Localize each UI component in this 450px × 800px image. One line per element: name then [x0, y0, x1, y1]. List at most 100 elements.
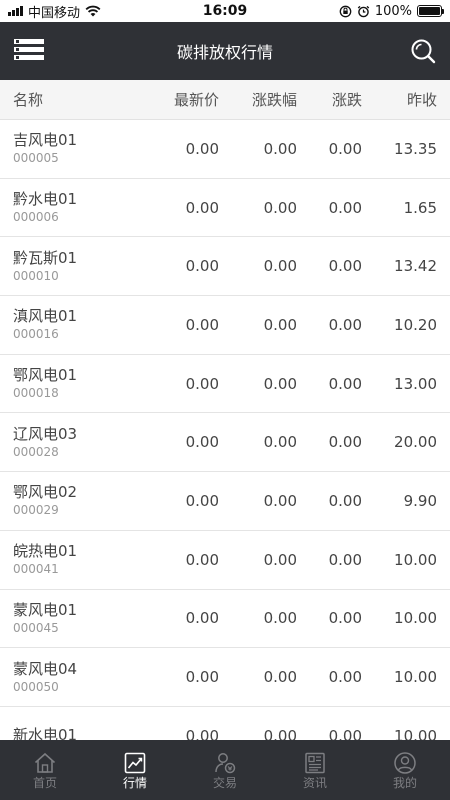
- alarm-icon: [357, 5, 370, 17]
- orientation-lock-icon: [339, 5, 352, 17]
- quote-row[interactable]: 蒙风电01 000045 0.00 0.00 0.00 10.00: [0, 590, 450, 649]
- change-percent-cell: 0.00: [263, 550, 297, 569]
- instrument-name: 鄂风电02: [13, 483, 78, 502]
- tab-profile[interactable]: 我的: [360, 740, 450, 800]
- change-percent-cell: 0.00: [263, 668, 297, 687]
- instrument-name: 蒙风电04: [13, 659, 78, 678]
- quote-row[interactable]: 皖热电01 000041 0.00 0.00 0.00 10.00: [0, 531, 450, 590]
- market-chart-icon: [124, 752, 146, 773]
- trade-icon: [215, 752, 236, 773]
- tab-label: 首页: [32, 775, 57, 790]
- quote-row[interactable]: 新水电01 0.00 0.00 0.00 10.00: [0, 707, 450, 740]
- change-percent-cell: 0.00: [263, 198, 297, 217]
- latest-price-cell: 0.00: [185, 139, 219, 158]
- quote-row[interactable]: 黔瓦斯01 000010 0.00 0.00 0.00 13.42: [0, 237, 450, 297]
- change-cell: 0.00: [328, 315, 362, 334]
- quote-row[interactable]: 辽风电03 000028 0.00 0.00 0.00 20.00: [0, 413, 450, 473]
- change-percent-cell: 0.00: [263, 726, 297, 740]
- quote-row[interactable]: 吉风电01 000005 0.00 0.00 0.00 13.35: [0, 120, 450, 179]
- change-cell: 0.00: [328, 139, 362, 158]
- prev-close-cell: 20.00: [394, 433, 437, 452]
- latest-price-cell: 0.00: [185, 433, 219, 452]
- name-cell: 蒙风电01 000045: [0, 601, 150, 636]
- quote-row[interactable]: 鄂风电01 000018 0.00 0.00 0.00 13.00: [0, 355, 450, 414]
- latest-price-cell: 0.00: [185, 726, 219, 740]
- column-header-latest-price[interactable]: 最新价: [150, 89, 219, 110]
- name-cell: 吉风电01 000005: [0, 131, 150, 166]
- latest-price-cell: 0.00: [185, 198, 219, 217]
- name-cell: 蒙风电04 000050: [0, 660, 150, 695]
- quote-row[interactable]: 滇风电01 000016 0.00 0.00 0.00 10.20: [0, 296, 450, 355]
- change-percent-cell: 0.00: [263, 491, 297, 510]
- prev-close-cell: 1.65: [403, 198, 437, 217]
- column-header-prev-close[interactable]: 昨收: [362, 89, 437, 110]
- instrument-code: 000050: [13, 679, 59, 694]
- tab-label: 行情: [122, 775, 147, 790]
- instrument-code: 000041: [13, 562, 59, 577]
- search-button[interactable]: [410, 38, 436, 64]
- quote-row[interactable]: 黔水电01 000006 0.00 0.00 0.00 1.65: [0, 179, 450, 238]
- prev-close-cell: 13.00: [394, 374, 437, 393]
- prev-close-cell: 13.35: [394, 139, 437, 158]
- tab-news[interactable]: 资讯: [270, 740, 360, 800]
- name-cell: 黔水电01 000006: [0, 190, 150, 225]
- prev-close-cell: 9.90: [403, 491, 437, 510]
- page-title: 碳排放权行情: [176, 43, 273, 62]
- name-cell: 鄂风电02 000029: [0, 483, 150, 518]
- prev-close-cell: 10.20: [394, 315, 437, 334]
- quote-list[interactable]: 吉风电01 000005 0.00 0.00 0.00 13.35 黔水电01 …: [0, 120, 450, 740]
- latest-price-cell: 0.00: [185, 315, 219, 334]
- instrument-name: 黔水电01: [13, 190, 78, 209]
- instrument-name: 鄂风电01: [13, 366, 78, 385]
- column-header-change[interactable]: 涨跌: [297, 89, 362, 110]
- instrument-code: 000018: [13, 386, 59, 401]
- latest-price-cell: 0.00: [185, 550, 219, 569]
- name-cell: 辽风电03 000028: [0, 425, 150, 460]
- tab-market[interactable]: 行情: [90, 740, 180, 800]
- tab-label: 资讯: [302, 775, 327, 790]
- instrument-code: 000016: [13, 327, 59, 342]
- menu-button[interactable]: [14, 39, 44, 63]
- quote-row[interactable]: 蒙风电04 000050 0.00 0.00 0.00 10.00: [0, 648, 450, 707]
- change-cell: 0.00: [328, 491, 362, 510]
- change-percent-cell: 0.00: [263, 257, 297, 276]
- prev-close-cell: 10.00: [394, 550, 437, 569]
- tab-home[interactable]: 首页: [0, 740, 90, 800]
- column-header-change-percent[interactable]: 涨跌幅: [219, 89, 297, 110]
- change-percent-cell: 0.00: [263, 609, 297, 628]
- status-left: 中国移动: [8, 2, 101, 21]
- status-right: 100%: [339, 4, 444, 19]
- instrument-name: 新水电01: [13, 726, 78, 740]
- instrument-name: 蒙风电01: [13, 600, 78, 619]
- latest-price-cell: 0.00: [185, 668, 219, 687]
- bottom-tab-bar: 首页 行情 交易 资讯 我的: [0, 740, 450, 800]
- change-cell: 0.00: [328, 609, 362, 628]
- column-header-name[interactable]: 名称: [0, 89, 150, 110]
- name-cell: 鄂风电01 000018: [0, 366, 150, 401]
- quote-row[interactable]: 鄂风电02 000029 0.00 0.00 0.00 9.90: [0, 472, 450, 531]
- instrument-name: 黔瓦斯01: [13, 248, 78, 267]
- instrument-code: 000006: [13, 210, 59, 225]
- instrument-name: 滇风电01: [13, 307, 78, 326]
- prev-close-cell: 13.42: [394, 257, 437, 276]
- carrier-name: 中国移动: [28, 5, 81, 21]
- change-cell: 0.00: [328, 726, 362, 740]
- status-bar: 中国移动 16:09 100%: [0, 0, 450, 22]
- instrument-name: 辽风电03: [13, 424, 78, 443]
- tab-label: 我的: [392, 775, 417, 790]
- instrument-name: 吉风电01: [13, 131, 78, 150]
- instrument-name: 皖热电01: [13, 542, 78, 561]
- name-cell: 黔瓦斯01 000010: [0, 249, 150, 284]
- prev-close-cell: 10.00: [394, 609, 437, 628]
- wifi-icon: [85, 5, 101, 17]
- change-cell: 0.00: [328, 433, 362, 452]
- instrument-code: 000028: [13, 444, 59, 459]
- tab-trade[interactable]: 交易: [180, 740, 270, 800]
- home-icon: [34, 752, 56, 773]
- name-cell: 皖热电01 000041: [0, 542, 150, 577]
- name-cell: 滇风电01 000016: [0, 307, 150, 342]
- news-icon: [305, 752, 325, 773]
- change-percent-cell: 0.00: [263, 433, 297, 452]
- nav-header: 碳排放权行情: [0, 22, 450, 80]
- change-cell: 0.00: [328, 198, 362, 217]
